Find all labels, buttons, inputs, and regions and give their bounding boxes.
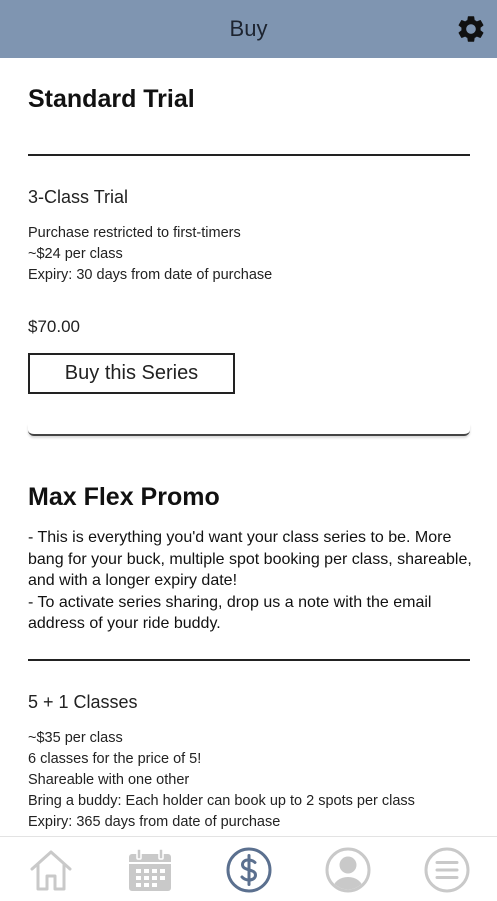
detail-line: Expiry: 365 days from date of purchase bbox=[28, 814, 281, 830]
card-bottom-edge bbox=[28, 424, 470, 436]
detail-line: Shareable with one other bbox=[28, 772, 190, 788]
bottom-nav bbox=[0, 836, 497, 901]
page-title: Buy bbox=[229, 16, 268, 41]
section-title: Standard Trial bbox=[28, 85, 195, 113]
dollar-icon[interactable] bbox=[224, 845, 274, 895]
section-divider bbox=[28, 659, 470, 661]
detail-line: Bring a buddy: Each holder can book up t… bbox=[28, 793, 415, 809]
detail-line: 6 classes for the price of 5! bbox=[28, 751, 202, 767]
section-title: Max Flex Promo bbox=[28, 483, 220, 511]
section-divider bbox=[28, 154, 470, 156]
scroll-content[interactable]: Standard Trial 3-Class Trial Purchase re… bbox=[0, 58, 497, 836]
series-title: 5 + 1 Classes bbox=[28, 692, 138, 712]
menu-icon[interactable] bbox=[422, 845, 472, 895]
app-header: Buy bbox=[0, 0, 497, 58]
detail-line: ~$24 per class bbox=[28, 246, 123, 262]
series-price: $70.00 bbox=[28, 317, 80, 336]
detail-line: Purchase restricted to first-timers bbox=[28, 225, 241, 241]
gear-icon[interactable] bbox=[455, 13, 487, 45]
home-icon[interactable] bbox=[26, 845, 76, 895]
buy-series-button[interactable]: Buy this Series bbox=[28, 353, 235, 394]
detail-line: Expiry: 30 days from date of purchase bbox=[28, 267, 273, 283]
description-line: - To activate series sharing, drop us a … bbox=[28, 593, 432, 633]
detail-line: ~$35 per class bbox=[28, 730, 123, 746]
description-line: - This is everything you'd want your cla… bbox=[28, 529, 472, 589]
calendar-icon[interactable] bbox=[125, 845, 175, 895]
section-description: - This is everything you'd want your cla… bbox=[28, 527, 473, 635]
series-details: ~$35 per class 6 classes for the price o… bbox=[28, 728, 415, 833]
series-title: 3-Class Trial bbox=[28, 187, 129, 207]
user-icon[interactable] bbox=[323, 845, 373, 895]
series-details: Purchase restricted to first-timers ~$24… bbox=[28, 223, 272, 286]
